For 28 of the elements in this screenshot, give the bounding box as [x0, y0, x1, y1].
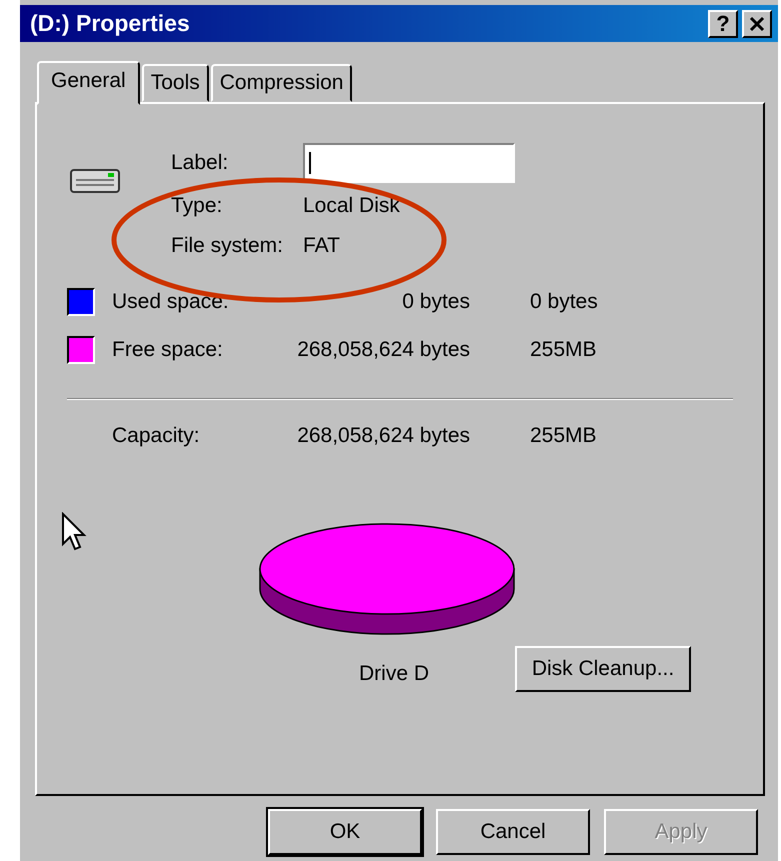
- space-size: 255MB: [530, 338, 598, 362]
- dialog-button[interactable]: OK: [268, 809, 422, 855]
- help-button[interactable]: ?: [708, 10, 738, 38]
- space-bytes: 268,058,624 bytes: [296, 338, 471, 362]
- tab[interactable]: Tools: [142, 64, 209, 102]
- tab[interactable]: Compression: [210, 64, 352, 102]
- disk-cleanup-button[interactable]: Disk Cleanup...: [515, 646, 692, 692]
- close-button[interactable]: [742, 10, 772, 38]
- info-label: Type:: [171, 194, 224, 218]
- field-label: Label:: [171, 151, 230, 175]
- info-label: File system:: [171, 234, 284, 258]
- mouse-pointer-icon: [61, 512, 87, 552]
- capacity-label: Capacity:: [112, 424, 201, 448]
- space-label: Used space:: [112, 290, 230, 314]
- space-bytes: 0 bytes: [401, 290, 471, 314]
- dialog-button[interactable]: Cancel: [436, 809, 590, 855]
- drive-icon: [70, 166, 120, 194]
- window-title: (D:) Properties: [30, 10, 190, 37]
- info-value: FAT: [303, 234, 340, 258]
- capacity-size: 255MB: [530, 424, 598, 448]
- tab[interactable]: General: [37, 61, 140, 105]
- space-label: Free space:: [112, 338, 224, 362]
- close-icon: [749, 16, 765, 32]
- chart-caption: Drive D: [359, 662, 430, 686]
- label-input[interactable]: [303, 143, 515, 183]
- capacity-bytes: 268,058,624 bytes: [296, 424, 471, 448]
- info-value: Local Disk: [303, 194, 400, 218]
- space-size: 0 bytes: [530, 290, 599, 314]
